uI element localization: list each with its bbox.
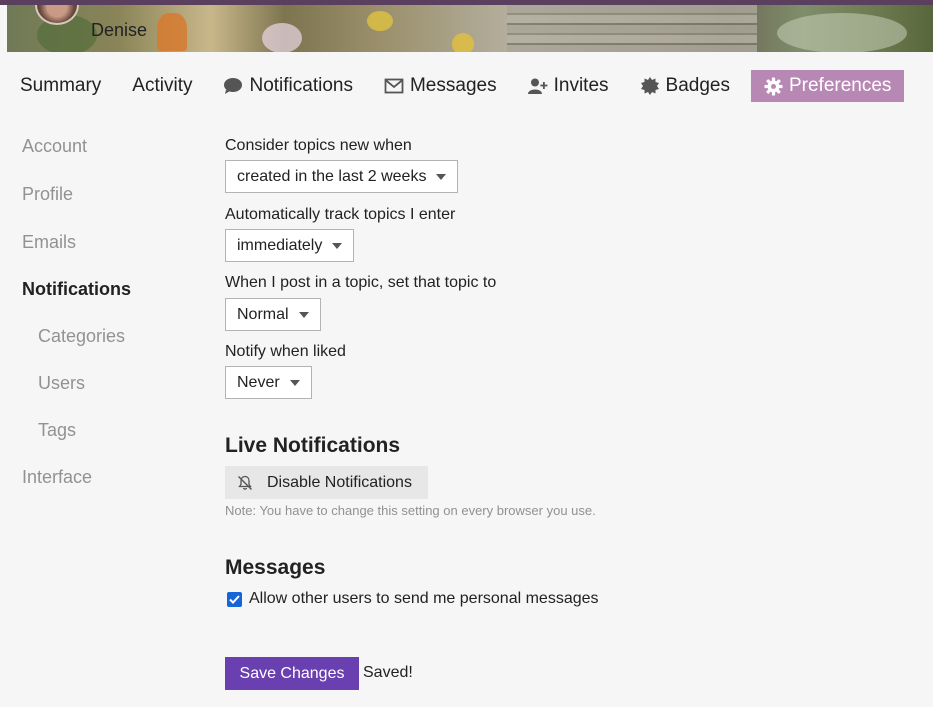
tab-preferences[interactable]: Preferences <box>750 70 905 102</box>
envelope-icon <box>384 78 404 94</box>
allow-pm-option[interactable]: Allow other users to send me personal me… <box>227 590 599 608</box>
new-topics-label: Consider topics new when <box>225 137 412 154</box>
tab-label: Summary <box>20 75 102 96</box>
tab-label: Preferences <box>788 75 892 96</box>
allow-pm-checkbox[interactable] <box>227 591 242 607</box>
sidebar-item-tags[interactable]: Tags <box>38 420 76 441</box>
save-changes-button[interactable]: Save Changes <box>225 657 359 690</box>
check-icon <box>229 594 240 604</box>
profile-banner: Denise <box>7 5 933 52</box>
auto-track-select[interactable]: immediately <box>225 229 355 262</box>
post-level-label: When I post in a topic, set that topic t… <box>225 274 497 291</box>
sidebar-item-users[interactable]: Users <box>38 373 85 394</box>
select-value: immediately <box>237 236 323 254</box>
tab-label: Invites <box>553 75 609 96</box>
tab-label: Badges <box>665 75 730 96</box>
select-value: created in the last 2 weeks <box>237 167 427 185</box>
allow-pm-label: Allow other users to send me personal me… <box>249 590 599 607</box>
username[interactable]: Denise <box>91 20 147 41</box>
caret-down-icon <box>298 311 309 318</box>
comment-icon <box>224 78 243 94</box>
tab-label: Activity <box>132 75 193 96</box>
gear-icon <box>764 76 783 96</box>
tab-invites[interactable]: Invites <box>518 70 619 102</box>
sidebar-item-notifications[interactable]: Notifications <box>22 279 131 300</box>
sidebar-item-interface[interactable]: Interface <box>22 467 92 488</box>
tab-messages[interactable]: Messages <box>374 70 507 102</box>
tab-label: Messages <box>409 75 497 96</box>
tab-activity[interactable]: Activity <box>122 70 202 102</box>
tab-label: Notifications <box>249 75 353 96</box>
caret-down-icon <box>332 242 343 249</box>
disable-notifications-label: Disable Notifications <box>267 473 412 491</box>
sidebar-item-categories[interactable]: Categories <box>38 326 125 347</box>
tab-summary[interactable]: Summary <box>10 70 111 102</box>
user-nav: Summary Activity Notifications Messages … <box>10 70 915 102</box>
post-level-select[interactable]: Normal <box>225 298 321 331</box>
certificate-icon <box>640 77 659 95</box>
sidebar-item-profile[interactable]: Profile <box>22 184 73 205</box>
notify-liked-label: Notify when liked <box>225 343 346 360</box>
bell-slash-icon <box>238 475 252 490</box>
select-value: Never <box>237 373 280 391</box>
caret-down-icon <box>289 379 300 386</box>
auto-track-label: Automatically track topics I enter <box>225 206 456 223</box>
browser-setting-note: Note: You have to change this setting on… <box>225 503 596 518</box>
select-value: Normal <box>237 305 289 323</box>
disable-notifications-button[interactable]: Disable Notifications <box>225 466 428 499</box>
new-topics-select[interactable]: created in the last 2 weeks <box>225 160 459 193</box>
sidebar-item-account[interactable]: Account <box>22 136 87 157</box>
user-plus-icon <box>527 78 547 94</box>
messages-heading: Messages <box>225 556 326 579</box>
notify-liked-select[interactable]: Never <box>225 366 312 399</box>
saved-status: Saved! <box>363 664 413 681</box>
live-notifications-heading: Live Notifications <box>225 434 401 457</box>
caret-down-icon <box>436 173 447 180</box>
tab-notifications[interactable]: Notifications <box>213 70 363 102</box>
tab-badges[interactable]: Badges <box>630 70 740 102</box>
sidebar-item-emails[interactable]: Emails <box>22 232 76 253</box>
